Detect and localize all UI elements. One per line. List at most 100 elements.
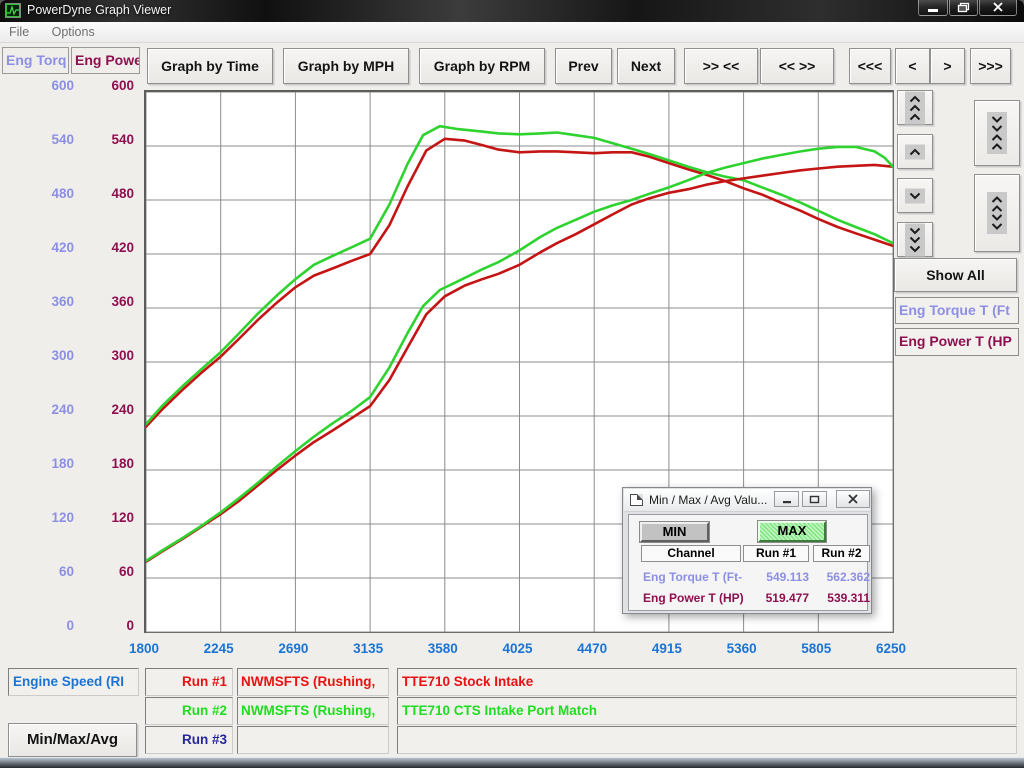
x-axis-channel-box: Engine Speed (RI bbox=[8, 668, 139, 696]
column-header-channel: Channel bbox=[641, 545, 741, 562]
run3-file bbox=[237, 726, 389, 754]
run1-file: NWMSFTS (Rushing, bbox=[237, 668, 389, 696]
power-max-run2: 539.311 bbox=[810, 591, 870, 605]
chevron-collapse-icon bbox=[987, 112, 1007, 154]
minmax-minimize-button[interactable] bbox=[774, 491, 799, 507]
zoom-out-y-button[interactable] bbox=[974, 174, 1020, 252]
menu-bar: File Options bbox=[0, 22, 1024, 43]
next-button[interactable]: Next bbox=[617, 48, 675, 84]
x-tick-label: 3135 bbox=[336, 641, 400, 657]
x-tick-label: 2690 bbox=[261, 641, 325, 657]
show-all-button[interactable]: Show All bbox=[894, 258, 1017, 292]
y-tick-label: 60 bbox=[24, 564, 74, 580]
minmax-window: Min / Max / Avg Valu... MIN MAX Channel … bbox=[622, 487, 872, 614]
minmax-close-button[interactable] bbox=[836, 490, 870, 508]
min-toggle-button[interactable]: MIN bbox=[640, 522, 709, 542]
y-tick-label: 180 bbox=[24, 456, 74, 472]
x-tick-label: 1800 bbox=[112, 641, 176, 657]
scroll-far-right-button[interactable]: >>> bbox=[970, 48, 1011, 84]
x-tick-label: 4915 bbox=[635, 641, 699, 657]
run1-label: Run #1 bbox=[145, 668, 233, 696]
y-tick-label: 480 bbox=[84, 186, 134, 202]
scroll-far-left-button[interactable]: <<< bbox=[849, 48, 891, 84]
row-label-torque: Eng Torque T (Ft- bbox=[643, 570, 751, 584]
y-tick-label: 360 bbox=[84, 294, 134, 310]
y-tick-label: 180 bbox=[84, 456, 134, 472]
scroll-down-fast-button[interactable] bbox=[897, 222, 933, 257]
tab-eng-power[interactable]: Eng Powe bbox=[71, 47, 140, 74]
zoom-in-y-button[interactable] bbox=[974, 100, 1020, 166]
y-tick-label: 0 bbox=[24, 618, 74, 634]
zoom-out-x-button[interactable]: << >> bbox=[760, 48, 834, 84]
y-tick-label: 300 bbox=[84, 348, 134, 364]
maximize-restore-button[interactable] bbox=[949, 0, 978, 16]
y-tick-label: 240 bbox=[84, 402, 134, 418]
y-tick-label: 480 bbox=[24, 186, 74, 202]
y-tick-label: 600 bbox=[24, 78, 74, 94]
x-tick-label: 2245 bbox=[187, 641, 251, 657]
y-tick-label: 540 bbox=[24, 132, 74, 148]
minmaxavg-button[interactable]: Min/Max/Avg bbox=[8, 723, 137, 757]
scroll-up-button[interactable] bbox=[897, 134, 933, 169]
scroll-down-button[interactable] bbox=[897, 178, 933, 213]
run2-description: TTE710 CTS Intake Port Match bbox=[397, 697, 1017, 725]
y-tick-label: 360 bbox=[24, 294, 74, 310]
y-tick-label: 0 bbox=[84, 618, 134, 634]
run1-description: TTE710 Stock Intake bbox=[397, 668, 1017, 696]
zoom-in-x-button[interactable]: >> << bbox=[684, 48, 758, 84]
minimize-button[interactable] bbox=[918, 0, 948, 16]
y-tick-label: 600 bbox=[84, 78, 134, 94]
torque-max-run1: 549.113 bbox=[741, 570, 809, 584]
column-header-run2: Run #2 bbox=[813, 545, 870, 562]
menu-file[interactable]: File bbox=[0, 22, 38, 39]
y-tick-label: 540 bbox=[84, 132, 134, 148]
run2-label: Run #2 bbox=[145, 697, 233, 725]
column-header-run1: Run #1 bbox=[743, 545, 809, 562]
prev-button[interactable]: Prev bbox=[555, 48, 612, 84]
x-tick-label: 5360 bbox=[710, 641, 774, 657]
app-icon bbox=[5, 3, 21, 18]
chevron-down-icon bbox=[905, 188, 925, 203]
graph-by-time-button[interactable]: Graph by Time bbox=[147, 48, 273, 84]
torque-channel-box: Eng Torque T (Ft bbox=[895, 297, 1019, 324]
powerdyne-window: PowerDyne Graph Viewer File Options Eng … bbox=[0, 0, 1024, 768]
window-bottom-frame bbox=[0, 757, 1024, 768]
scroll-up-fast-button[interactable] bbox=[897, 90, 933, 125]
x-tick-label: 4470 bbox=[560, 641, 624, 657]
y-tick-label: 240 bbox=[24, 402, 74, 418]
minmax-restore-button[interactable] bbox=[802, 491, 827, 507]
y-tick-label: 120 bbox=[24, 510, 74, 526]
chevron-up-icon bbox=[905, 144, 925, 159]
power-channel-box: Eng Power T (HP bbox=[895, 328, 1019, 356]
x-tick-label: 5805 bbox=[784, 641, 848, 657]
minmax-title: Min / Max / Avg Valu... bbox=[649, 493, 767, 507]
torque-max-run2: 562.362 bbox=[810, 570, 870, 584]
minmax-body: MIN MAX Channel Run #1 Run #2 Eng Torque… bbox=[628, 514, 868, 611]
row-label-power: Eng Power T (HP) bbox=[643, 591, 751, 605]
max-toggle-button[interactable]: MAX bbox=[758, 521, 826, 542]
window-title: PowerDyne Graph Viewer bbox=[27, 3, 171, 17]
power-max-run1: 519.477 bbox=[741, 591, 809, 605]
x-tick-label: 3580 bbox=[411, 641, 475, 657]
chevron-triple-up-icon bbox=[905, 91, 925, 124]
scroll-left-button[interactable]: < bbox=[895, 48, 930, 84]
run2-file: NWMSFTS (Rushing, bbox=[237, 697, 389, 725]
menu-options[interactable]: Options bbox=[43, 22, 104, 39]
x-tick-label: 6250 bbox=[859, 641, 923, 657]
y-tick-label: 420 bbox=[84, 240, 134, 256]
y-tick-label: 300 bbox=[24, 348, 74, 364]
y-tick-label: 120 bbox=[84, 510, 134, 526]
y-tick-label: 420 bbox=[24, 240, 74, 256]
chevron-triple-down-icon bbox=[905, 223, 925, 256]
graph-by-rpm-button[interactable]: Graph by RPM bbox=[419, 48, 545, 84]
tab-eng-torque[interactable]: Eng Torq bbox=[2, 47, 69, 74]
graph-by-mph-button[interactable]: Graph by MPH bbox=[283, 48, 409, 84]
chevron-expand-icon bbox=[987, 192, 1007, 234]
minmax-titlebar[interactable]: Min / Max / Avg Valu... bbox=[624, 489, 870, 512]
run3-description bbox=[397, 726, 1017, 754]
x-tick-label: 4025 bbox=[486, 641, 550, 657]
y-tick-label: 60 bbox=[84, 564, 134, 580]
run3-label: Run #3 bbox=[145, 726, 233, 754]
scroll-right-button[interactable]: > bbox=[930, 48, 965, 84]
close-button[interactable] bbox=[979, 0, 1017, 16]
